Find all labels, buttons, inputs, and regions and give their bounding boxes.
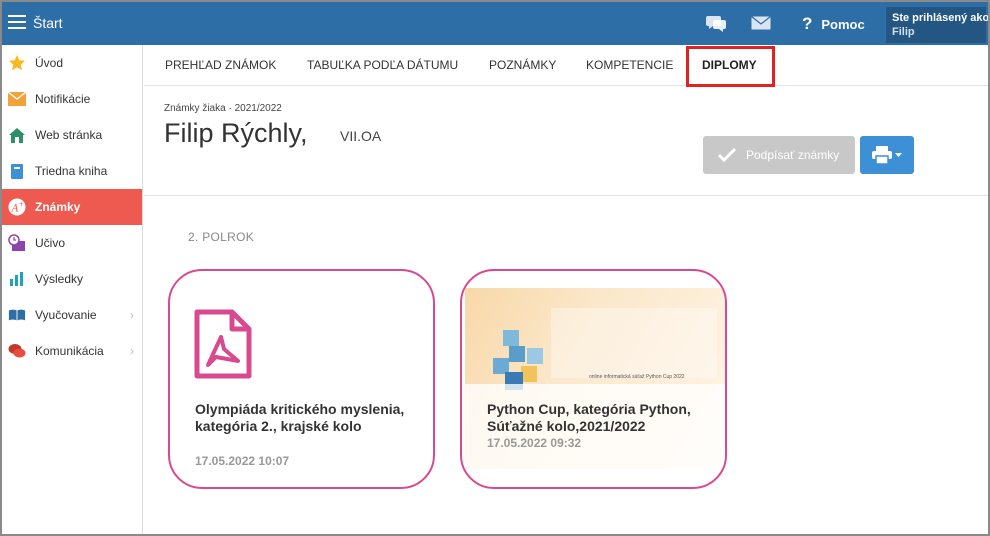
thumbnail-panel [551, 308, 717, 378]
chevron-right-icon: › [130, 308, 134, 322]
sidebar: Úvod Notifikácie Web stránka Triedna kni… [2, 45, 143, 534]
sidebar-item-komunikacia[interactable]: Komunikácia › [2, 333, 142, 369]
print-button[interactable] [860, 136, 914, 174]
sidebar-item-label: Známky [35, 200, 81, 214]
tab-highlight-box [686, 46, 775, 87]
tab-poznamky[interactable]: POZNÁMKY [489, 58, 556, 72]
pdf-icon [194, 309, 252, 379]
sidebar-item-label: Vyučovanie [35, 308, 97, 322]
house-icon [8, 126, 26, 144]
speech-bubbles-icon [8, 342, 26, 360]
start-link[interactable]: Štart [33, 15, 63, 31]
help-label: Pomoc [821, 16, 865, 32]
sidebar-item-znamky[interactable]: A + Známky [2, 189, 142, 225]
sidebar-item-ucivo[interactable]: Učivo [2, 225, 142, 261]
grade-icon: A + [8, 198, 26, 216]
header-divider [144, 195, 988, 196]
sidebar-item-label: Triedna kniha [35, 164, 108, 178]
card-date: 17.05.2022 10:07 [195, 454, 290, 468]
sidebar-item-triedna-kniha[interactable]: Triedna kniha [2, 153, 142, 189]
chat-icon[interactable] [706, 13, 728, 33]
sidebar-item-label: Výsledky [35, 272, 84, 286]
svg-text:+: + [19, 201, 24, 208]
hamburger-menu-icon[interactable] [8, 14, 26, 30]
page-title: Filip Rýchly, [164, 118, 308, 148]
user-name: Filip [892, 26, 915, 38]
user-menu[interactable]: Ste prihlásený ako Filip [886, 7, 990, 43]
top-bar: Štart ? Pomoc Ste prihlásený ako Filip [2, 2, 988, 45]
class-label: VII.OA [340, 128, 382, 144]
checkmark-icon [718, 148, 736, 162]
sign-grades-button[interactable]: Podpísať známky [703, 136, 855, 174]
diploma-card[interactable]: online informatická súťaž Python Cup 202… [460, 269, 727, 489]
card-title: Olympiáda kritického myslenia, kategória… [195, 401, 405, 434]
mail-icon[interactable] [751, 16, 771, 30]
sidebar-item-web-stranka[interactable]: Web stránka [2, 117, 142, 153]
breadcrumb: Známky žiaka · 2021/2022 [164, 103, 282, 114]
app-window: Štart ? Pomoc Ste prihlásený ako Filip Ú… [0, 0, 990, 536]
sidebar-item-vyucovanie[interactable]: Vyučovanie › [2, 297, 142, 333]
envelope-icon [8, 90, 26, 108]
svg-text:A: A [11, 204, 19, 215]
sidebar-item-uvod[interactable]: Úvod [2, 45, 142, 81]
tab-tabulka-podla-datumu[interactable]: TABUĽKA PODĽA DÁTUMU [307, 58, 458, 72]
sidebar-item-vysledky[interactable]: Výsledky [2, 261, 142, 297]
card-date: 17.05.2022 09:32 [487, 436, 582, 450]
open-book-icon [8, 306, 26, 324]
card-title: Python Cup, kategória Python, Súťažné ko… [487, 401, 691, 434]
sidebar-item-label: Komunikácia [35, 344, 104, 358]
sidebar-item-label: Úvod [35, 56, 64, 70]
semester-heading: 2. POLROK [188, 230, 255, 244]
thumbnail-caption: online informatická súťaž Python Cup 202… [589, 374, 685, 380]
sidebar-item-label: Web stránka [35, 128, 103, 142]
question-mark-icon: ? [802, 14, 813, 33]
help-button[interactable]: ? Pomoc [802, 13, 865, 35]
sidebar-item-label: Učivo [35, 236, 66, 250]
tab-bar: PREHĽAD ZNÁMOK TABUĽKA PODĽA DÁTUMU POZN… [144, 45, 988, 86]
book-icon [8, 162, 26, 180]
sidebar-item-notifikacie[interactable]: Notifikácie [2, 81, 142, 117]
sidebar-item-label: Notifikácie [35, 92, 91, 106]
diploma-card[interactable]: Olympiáda kritického myslenia, kategória… [168, 269, 435, 489]
sign-grades-label: Podpísať známky [746, 148, 840, 162]
chevron-right-icon: › [130, 344, 134, 358]
logged-in-as-label: Ste prihlásený ako [892, 12, 990, 24]
star-icon [8, 54, 26, 72]
printer-icon [872, 146, 892, 164]
bar-chart-icon [8, 270, 26, 288]
curriculum-icon [8, 234, 26, 252]
caret-down-icon [895, 152, 902, 157]
tab-prehlad-znamok[interactable]: PREHĽAD ZNÁMOK [165, 58, 276, 72]
tab-kompetencie[interactable]: KOMPETENCIE [586, 58, 673, 72]
